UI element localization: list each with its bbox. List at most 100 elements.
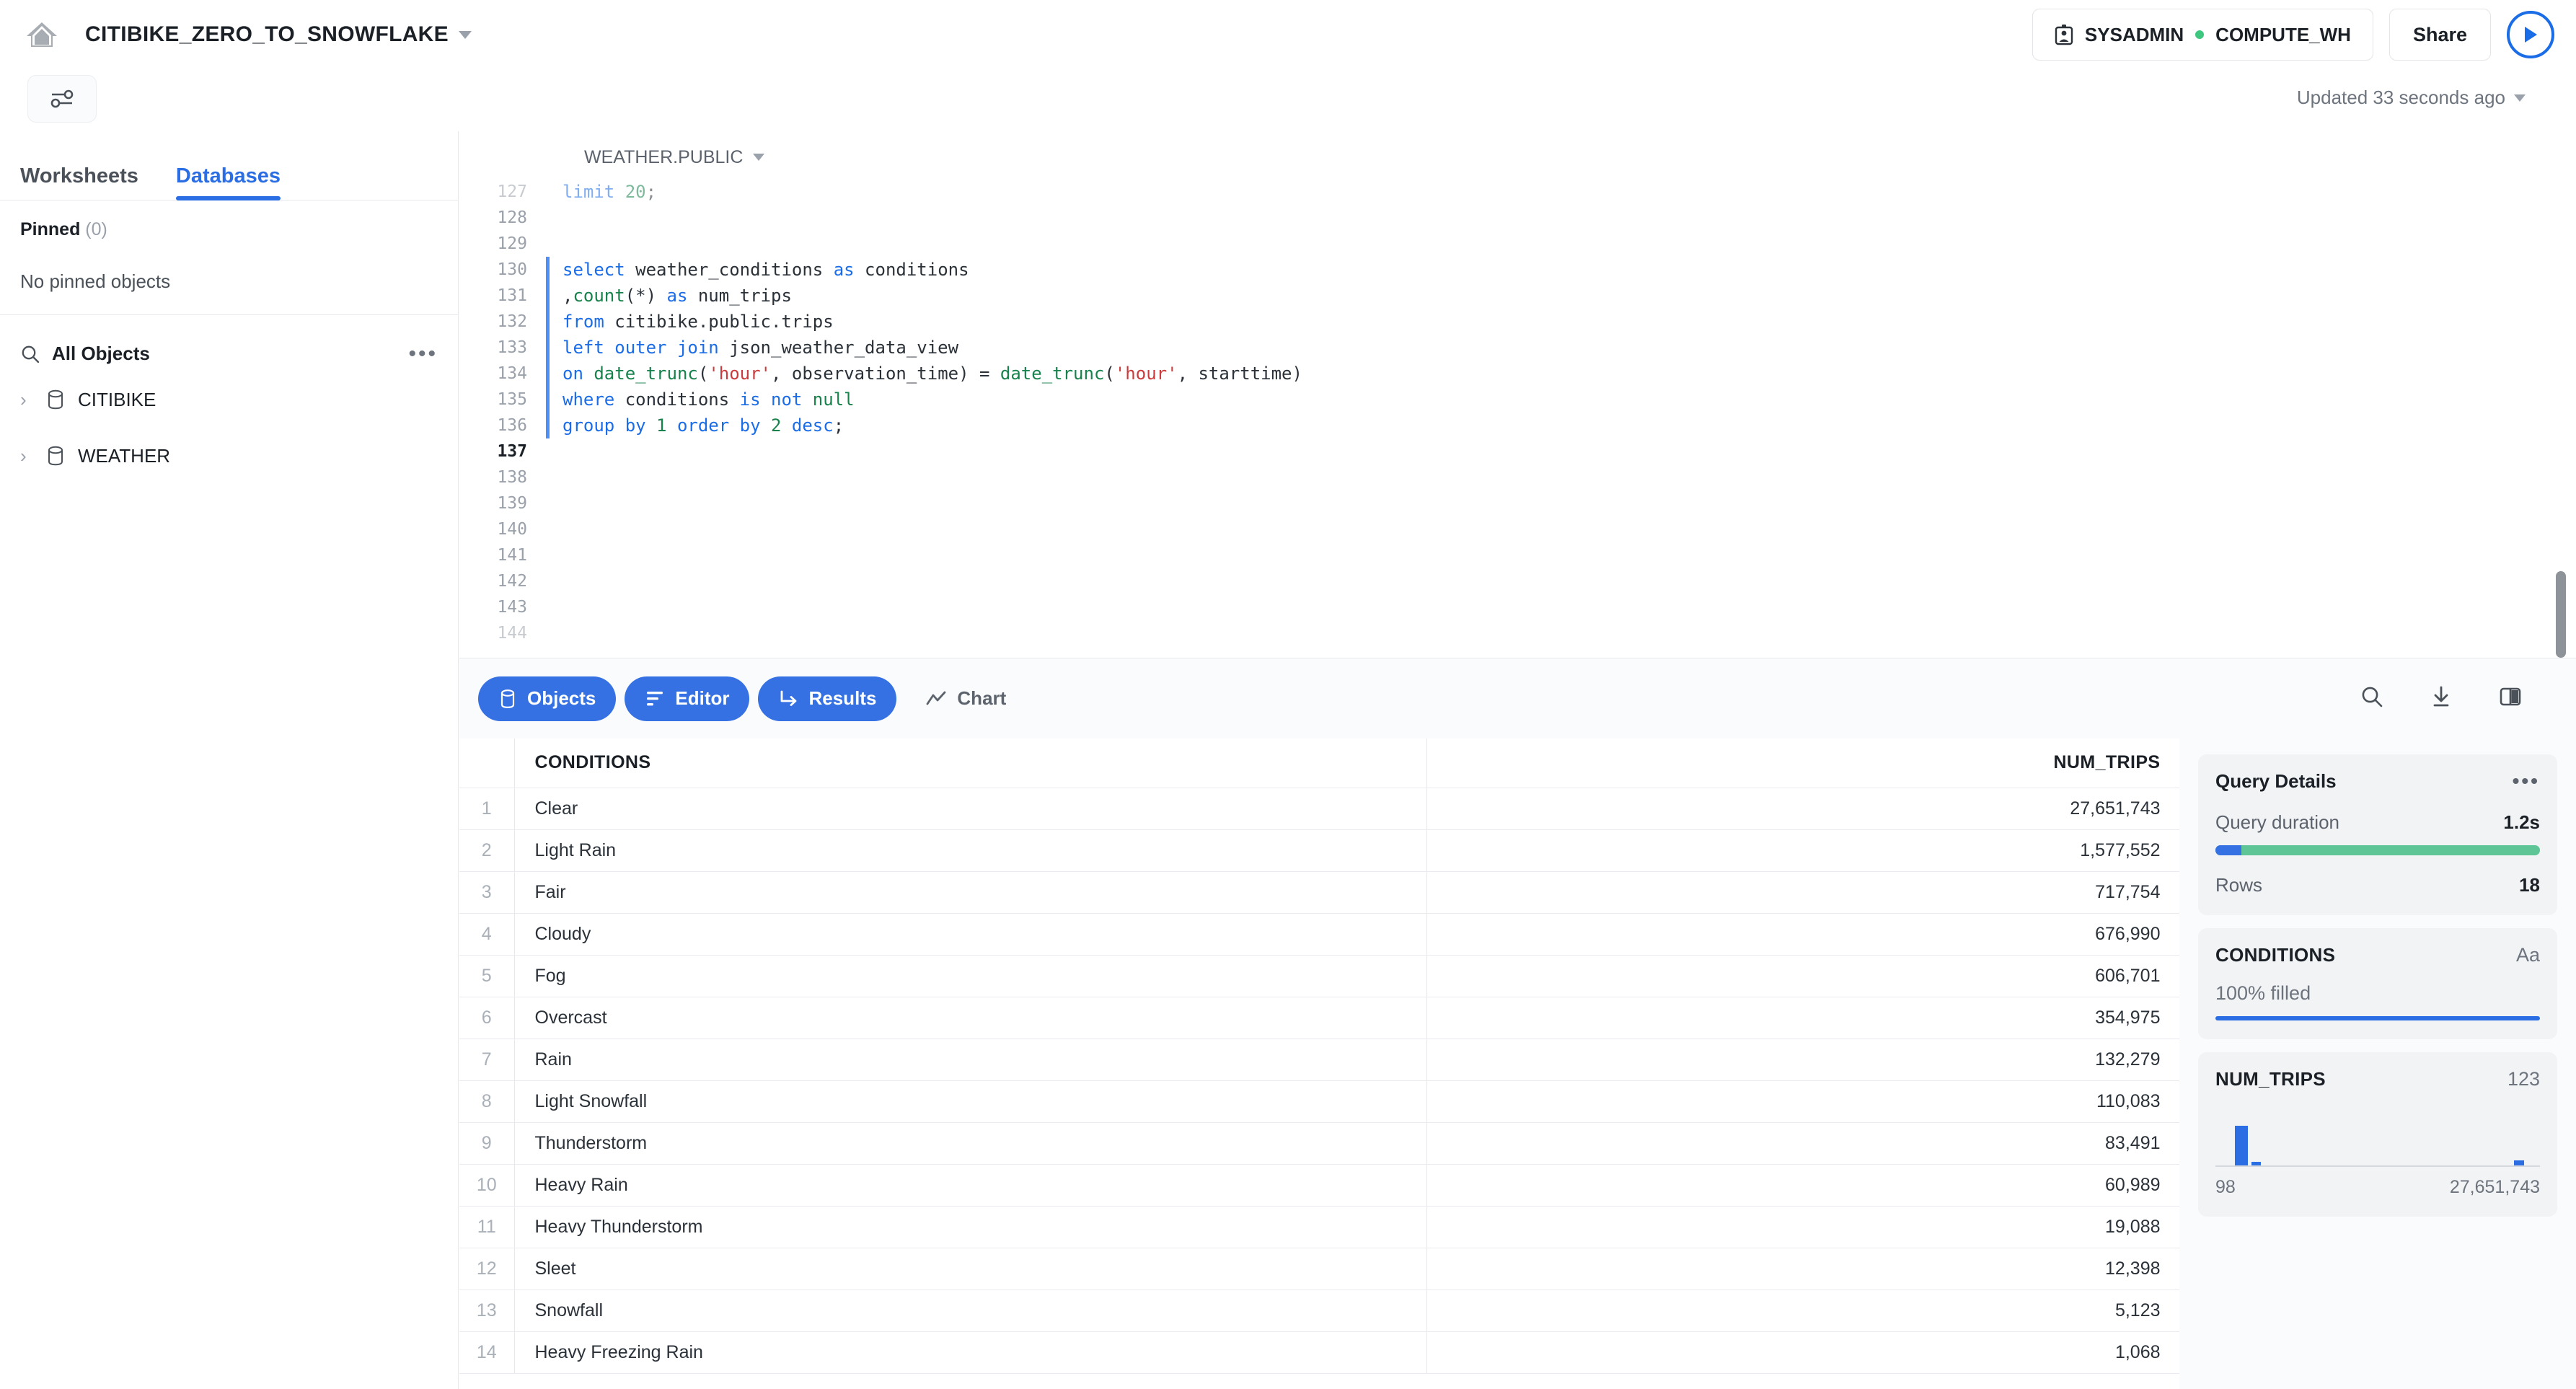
code-line[interactable]: 133left outer join json_weather_data_vie… [459,335,2576,361]
cell-conditions[interactable]: Sleet [514,1248,1426,1289]
sidebar-item-weather[interactable]: › WEATHER [0,434,458,477]
column-stat-conditions-header: CONDITIONS Aa [2215,944,2540,966]
statement-marker [546,568,550,594]
code-line[interactable]: 144 [459,620,2576,646]
cell-conditions[interactable]: Fog [514,955,1426,997]
table-row[interactable]: 14Heavy Freezing Rain1,068 [459,1331,2179,1373]
last-updated-status[interactable]: Updated 33 seconds ago [2297,87,2526,109]
code-line[interactable]: 142 [459,568,2576,594]
code-line[interactable]: 137 [459,438,2576,464]
editor-vertical-scrollbar[interactable] [2556,571,2566,658]
cell-num-trips[interactable]: 1,577,552 [1426,829,2179,871]
cell-conditions[interactable]: Fair [514,871,1426,913]
table-row[interactable]: 4Cloudy676,990 [459,913,2179,955]
cell-num-trips[interactable]: 354,975 [1426,997,2179,1039]
cell-num-trips[interactable]: 132,279 [1426,1039,2179,1080]
column-header-num-trips[interactable]: NUM_TRIPS [1426,738,2179,788]
code-line[interactable]: 136group by 1 order by 2 desc; [459,413,2576,438]
cell-conditions[interactable]: Rain [514,1039,1426,1080]
code-line[interactable]: 135where conditions is not null [459,387,2576,413]
code-line[interactable]: 132from citibike.public.trips [459,309,2576,335]
code-line[interactable]: 138 [459,464,2576,490]
table-row[interactable]: 1Clear27,651,743 [459,788,2179,829]
toolbar-button-chart-label: Chart [957,687,1006,710]
table-row[interactable]: 6Overcast354,975 [459,997,2179,1039]
more-options-icon[interactable]: ••• [408,348,438,359]
sidebar-item-weather-label: WEATHER [78,445,170,467]
search-icon[interactable] [2360,684,2384,713]
share-button[interactable]: Share [2389,9,2491,61]
database-schema-selector[interactable]: WEATHER.PUBLIC [459,131,2576,183]
tab-databases[interactable]: Databases [176,164,281,200]
toolbar-button-objects[interactable]: Objects [478,676,616,721]
cell-conditions[interactable]: Light Rain [514,829,1426,871]
toolbar-button-editor[interactable]: Editor [625,676,749,721]
tab-worksheets[interactable]: Worksheets [20,164,138,200]
cell-conditions[interactable]: Heavy Freezing Rain [514,1331,1426,1373]
line-number: 136 [459,416,546,435]
role-warehouse-selector[interactable]: SYSADMIN COMPUTE_WH [2032,9,2373,61]
cell-conditions[interactable]: Snowfall [514,1289,1426,1331]
cell-conditions[interactable]: Overcast [514,997,1426,1039]
code-line[interactable]: 127limit 20; [459,179,2576,205]
download-icon[interactable] [2429,684,2453,713]
cell-conditions[interactable]: Heavy Rain [514,1164,1426,1206]
cell-num-trips[interactable]: 60,989 [1426,1164,2179,1206]
toolbar-button-chart[interactable]: Chart [905,676,1026,721]
play-icon [2522,25,2539,44]
table-row[interactable]: 3Fair717,754 [459,871,2179,913]
worksheet-title[interactable]: CITIBIKE_ZERO_TO_SNOWFLAKE [85,22,472,47]
table-row[interactable]: 7Rain132,279 [459,1039,2179,1080]
cell-num-trips[interactable]: 12,398 [1426,1248,2179,1289]
table-row[interactable]: 10Heavy Rain60,989 [459,1164,2179,1206]
cell-num-trips[interactable]: 717,754 [1426,871,2179,913]
table-row[interactable]: 2Light Rain1,577,552 [459,829,2179,871]
sql-code-area[interactable]: 127limit 20; 128 129130select weather_cond… [459,179,2576,648]
code-line[interactable]: 128 [459,205,2576,231]
cell-conditions[interactable]: Cloudy [514,913,1426,955]
chevron-right-icon: › [20,445,33,467]
cell-num-trips[interactable]: 5,123 [1426,1289,2179,1331]
code-line[interactable]: 129 [459,231,2576,257]
home-icon[interactable] [19,12,65,58]
table-row[interactable]: 12Sleet12,398 [459,1248,2179,1289]
code-line[interactable]: 141 [459,542,2576,568]
table-row[interactable]: 13Snowfall5,123 [459,1289,2179,1331]
cell-num-trips[interactable]: 27,651,743 [1426,788,2179,829]
table-row[interactable]: 11Heavy Thunderstorm19,088 [459,1206,2179,1248]
results-table-container[interactable]: CONDITIONS NUM_TRIPS 1Clear27,651,7432Li… [459,738,2179,1389]
cell-conditions[interactable]: Clear [514,788,1426,829]
code-line[interactable]: 131,count(*) as num_trips [459,283,2576,309]
rows-value: 18 [2519,874,2540,896]
cell-num-trips[interactable]: 110,083 [1426,1080,2179,1122]
run-query-button[interactable] [2507,11,2554,58]
cell-num-trips[interactable]: 19,088 [1426,1206,2179,1248]
table-row[interactable]: 8Light Snowfall110,083 [459,1080,2179,1122]
table-row[interactable]: 5Fog606,701 [459,955,2179,997]
cell-num-trips[interactable]: 676,990 [1426,913,2179,955]
worksheet-settings-button[interactable] [27,75,97,123]
cell-num-trips[interactable]: 83,491 [1426,1122,2179,1164]
split-pane-icon[interactable] [2498,684,2523,713]
code-line[interactable]: 130select weather_conditions as conditio… [459,257,2576,283]
code-line[interactable]: 140 [459,516,2576,542]
sidebar-item-citibike[interactable]: › CITIBIKE [0,378,458,421]
code-line[interactable]: 134on date_trunc('hour', observation_tim… [459,361,2576,387]
line-number: 128 [459,208,546,227]
cell-num-trips[interactable]: 606,701 [1426,955,2179,997]
code-line[interactable]: 139 [459,490,2576,516]
cell-conditions[interactable]: Heavy Thunderstorm [514,1206,1426,1248]
more-options-icon[interactable]: ••• [2513,775,2540,788]
column-stat-conditions: CONDITIONS Aa 100% filled [2198,928,2557,1039]
toolbar-button-results[interactable]: Results [758,676,896,721]
all-objects-row[interactable]: All Objects ••• [0,315,458,365]
line-number: 142 [459,572,546,591]
code-line[interactable]: 143 [459,594,2576,620]
cell-conditions[interactable]: Light Snowfall [514,1080,1426,1122]
cell-num-trips[interactable]: 1,068 [1426,1331,2179,1373]
pinned-empty-message: No pinned objects [20,270,458,293]
rows-row: Rows 18 [2215,874,2540,896]
table-row[interactable]: 9Thunderstorm83,491 [459,1122,2179,1164]
column-header-conditions[interactable]: CONDITIONS [514,738,1426,788]
cell-conditions[interactable]: Thunderstorm [514,1122,1426,1164]
